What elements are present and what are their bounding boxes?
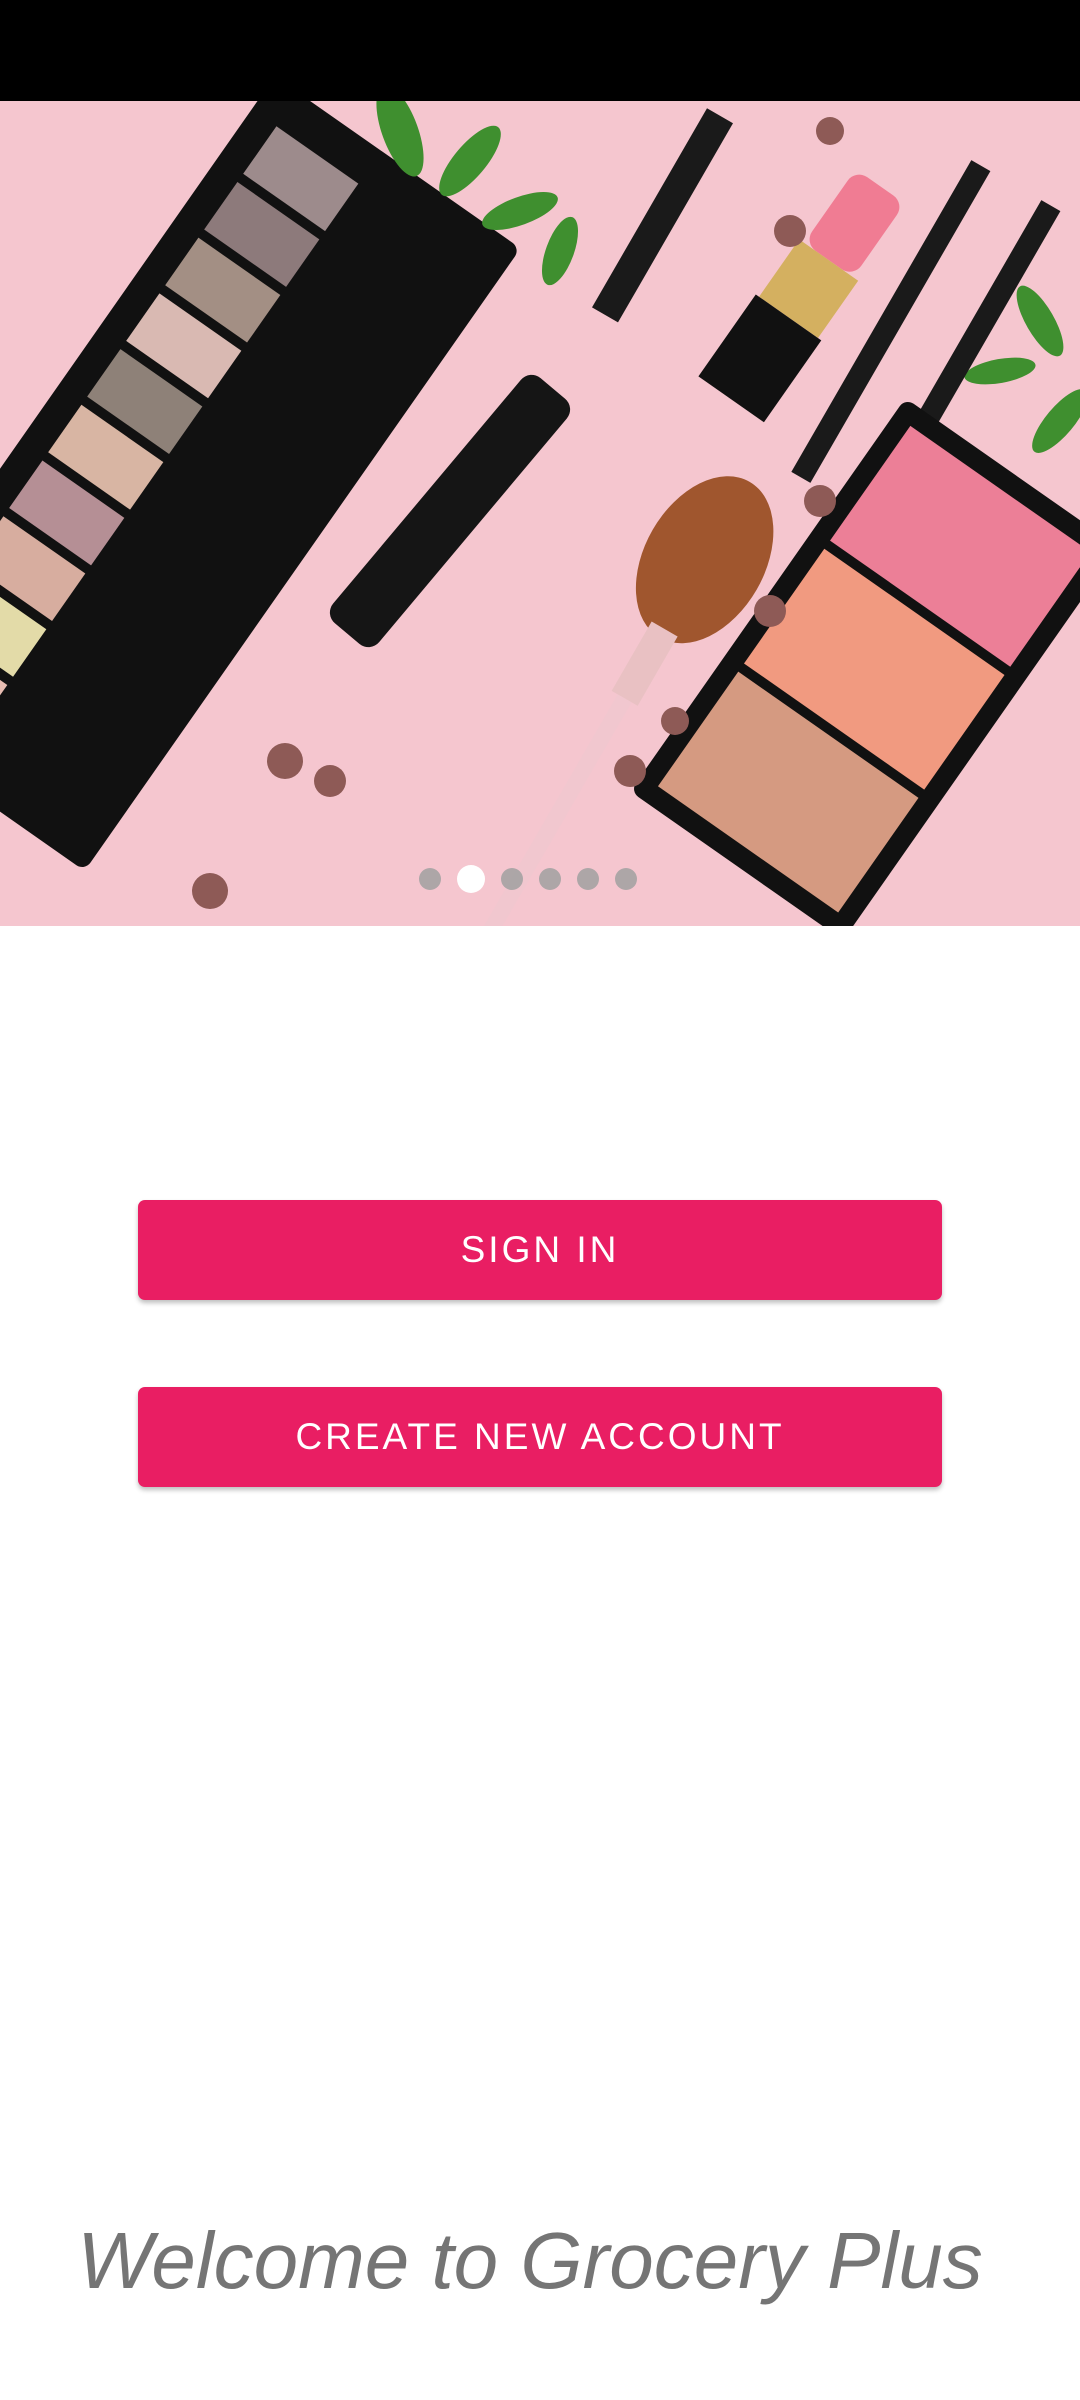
carousel-dot-active[interactable] <box>457 865 485 893</box>
create-account-button[interactable]: CREATE NEW ACCOUNT <box>138 1387 942 1487</box>
carousel-dot[interactable] <box>501 868 523 890</box>
carousel-dot[interactable] <box>419 868 441 890</box>
sign-in-button[interactable]: SIGN IN <box>138 1200 942 1300</box>
carousel-dot[interactable] <box>577 868 599 890</box>
status-bar <box>0 0 1080 101</box>
hero-carousel[interactable] <box>0 101 1080 926</box>
carousel-dot[interactable] <box>615 868 637 890</box>
makeup-flatlay-image <box>0 101 1080 926</box>
welcome-text: Welcome to Grocery Plus <box>77 2216 983 2305</box>
carousel-indicators <box>0 865 1068 893</box>
carousel-dot[interactable] <box>539 868 561 890</box>
